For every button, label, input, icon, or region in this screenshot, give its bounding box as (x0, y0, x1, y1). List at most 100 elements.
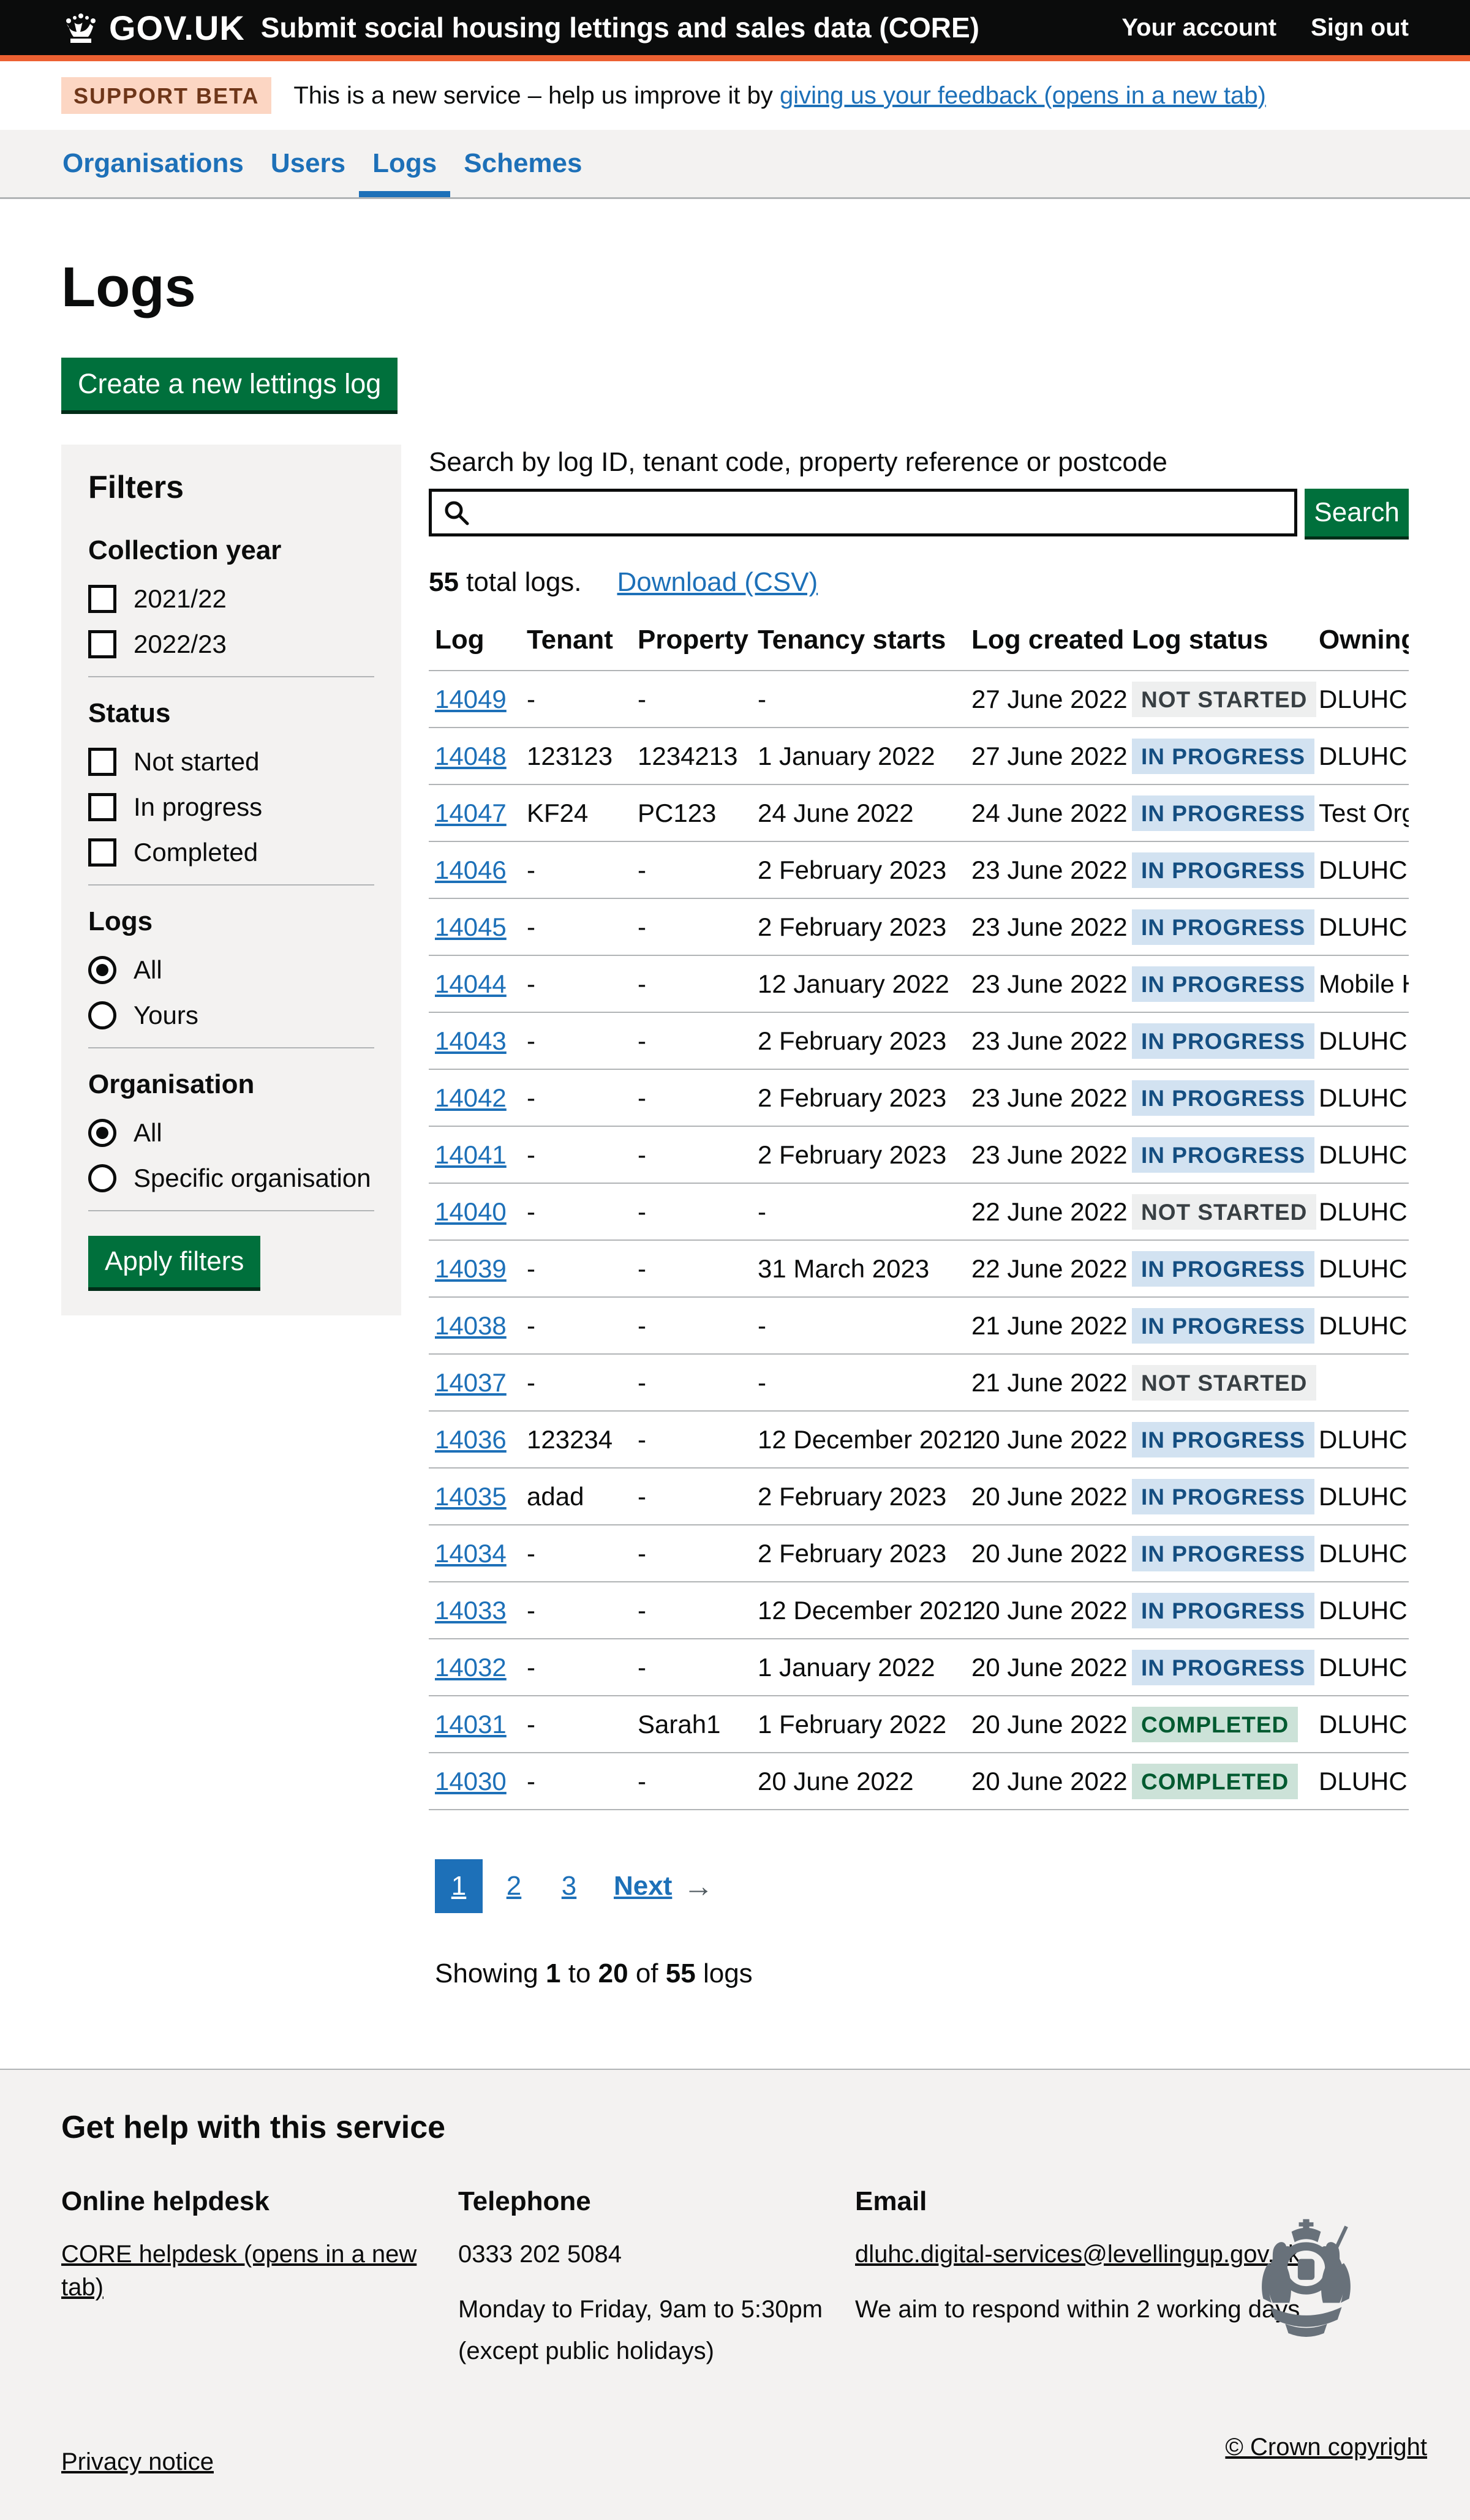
log-link-14046[interactable]: 14046 (435, 856, 507, 884)
filter-group-label-organisation: Organisation (88, 1069, 374, 1100)
log-link-14032[interactable]: 14032 (435, 1653, 507, 1682)
cell-property: 1234213 (638, 742, 758, 771)
log-link-14031[interactable]: 14031 (435, 1710, 507, 1739)
log-link-14041[interactable]: 14041 (435, 1140, 507, 1169)
cell-tenant: - (527, 1254, 638, 1284)
radio-yours[interactable] (88, 1001, 116, 1029)
filter-group-label-collection-year: Collection year (88, 535, 374, 566)
privacy-notice-link[interactable]: Privacy notice (61, 2448, 214, 2476)
checkbox-in-progress[interactable] (88, 793, 116, 821)
cell-log-status: IN PROGRESS (1132, 739, 1319, 774)
log-link-14035[interactable]: 14035 (435, 1482, 507, 1511)
page-1-current[interactable]: 1 (435, 1859, 483, 1913)
search-button[interactable]: Search (1305, 489, 1409, 536)
log-link-14042[interactable]: 14042 (435, 1083, 507, 1112)
column-header-tenant: Tenant (527, 625, 638, 655)
filter-group-label-logs: Logs (88, 906, 374, 937)
footer-columns: Online helpdesk CORE helpdesk (opens in a… (61, 2186, 1409, 2376)
cell-log: 14036 (435, 1425, 527, 1454)
cell-property: - (638, 1596, 758, 1625)
checkbox-completed[interactable] (88, 838, 116, 867)
log-link-14034[interactable]: 14034 (435, 1539, 507, 1568)
cell-log: 14030 (435, 1767, 527, 1796)
log-link-14038[interactable]: 14038 (435, 1311, 507, 1340)
nav-item-users[interactable]: Users (257, 130, 359, 197)
govuk-logo[interactable]: GOV.UK (61, 8, 245, 48)
summary-prefix: Showing (435, 1958, 546, 1988)
cell-property: - (638, 1083, 758, 1113)
footer-line: We aim to respond within 2 working days (855, 2293, 1300, 2326)
log-link-14040[interactable]: 14040 (435, 1197, 507, 1226)
filter-option-collection-year-2021-22[interactable]: 2021/22 (88, 584, 374, 614)
apply-filters-button[interactable]: Apply filters (88, 1236, 260, 1287)
cell-log-created: 22 June 2022 (971, 1197, 1132, 1227)
cell-property: - (638, 1026, 758, 1056)
footer-link-core-helpdesk-opens-in-a-new-t[interactable]: CORE helpdesk (opens in a new tab) (61, 2241, 417, 2301)
filters-panel: Filters Collection year2021/222022/23Sta… (61, 445, 401, 1315)
log-link-14030[interactable]: 14030 (435, 1767, 507, 1796)
nav-item-organisations[interactable]: Organisations (49, 130, 257, 197)
service-name[interactable]: Submit social housing lettings and sales… (261, 11, 979, 44)
radio-specific-organisation[interactable] (88, 1164, 116, 1192)
log-link-14048[interactable]: 14048 (435, 742, 507, 770)
sign-out-link[interactable]: Sign out (1311, 14, 1409, 42)
cell-tenancy-starts: 1 February 2022 (758, 1710, 971, 1739)
cell-log: 14048 (435, 742, 527, 771)
log-link-14049[interactable]: 14049 (435, 685, 507, 713)
footer-link-dluhc-digital-services-levelli[interactable]: dluhc.digital-services@levellingup.gov.u… (855, 2241, 1300, 2268)
radio-all[interactable] (88, 1119, 116, 1147)
radio-all[interactable] (88, 956, 116, 984)
log-link-14033[interactable]: 14033 (435, 1596, 507, 1625)
log-link-14044[interactable]: 14044 (435, 969, 507, 998)
checkbox-2022-23[interactable] (88, 630, 116, 658)
table-row-14042: 14042--2 February 202323 June 2022IN PRO… (429, 1070, 1409, 1127)
nav-item-logs[interactable]: Logs (359, 130, 450, 197)
phase-banner-text: This is a new service – help us improve … (293, 82, 1265, 110)
cell-tenant: KF24 (527, 799, 638, 828)
footer-col-title: Telephone (458, 2186, 831, 2217)
footer-col-telephone: Telephone0333 202 5084Monday to Friday, … (458, 2186, 855, 2376)
filter-option-status-not-started[interactable]: Not started (88, 747, 374, 777)
summary-total: 55 (666, 1958, 696, 1988)
table-row-14039: 14039--31 March 202322 June 2022IN PROGR… (429, 1241, 1409, 1298)
log-link-14036[interactable]: 14036 (435, 1425, 507, 1454)
status-badge: NOT STARTED (1132, 1365, 1316, 1401)
cell-log-created: 20 June 2022 (971, 1596, 1132, 1625)
cell-log-status: IN PROGRESS (1132, 1650, 1319, 1685)
log-link-14047[interactable]: 14047 (435, 799, 507, 827)
checkbox-2021-22[interactable] (88, 585, 116, 613)
footer-col-title: Online helpdesk (61, 2186, 434, 2217)
summary-mid: to (561, 1958, 598, 1988)
feedback-link[interactable]: giving us your feedback (opens in a new … (780, 82, 1266, 109)
page-3[interactable]: 3 (545, 1859, 593, 1913)
page-2[interactable]: 2 (490, 1859, 538, 1913)
next-page-link[interactable]: Next (614, 1871, 672, 1901)
crown-copyright-link[interactable]: © Crown copyright (1225, 2434, 1427, 2461)
log-link-14037[interactable]: 14037 (435, 1368, 507, 1397)
filter-option-logs-yours[interactable]: Yours (88, 1001, 374, 1030)
status-badge: IN PROGRESS (1132, 1422, 1314, 1457)
filter-option-collection-year-2022-23[interactable]: 2022/23 (88, 630, 374, 659)
checkbox-not-started[interactable] (88, 748, 116, 776)
filter-option-organisation-specific-organisation[interactable]: Specific organisation (88, 1164, 374, 1193)
cell-tenant: - (527, 1083, 638, 1113)
log-link-14045[interactable]: 14045 (435, 912, 507, 941)
create-lettings-log-button[interactable]: Create a new lettings log (61, 358, 398, 410)
cell-tenancy-starts: - (758, 1311, 971, 1341)
log-link-14043[interactable]: 14043 (435, 1026, 507, 1055)
nav-item-schemes[interactable]: Schemes (450, 130, 595, 197)
filter-option-status-in-progress[interactable]: In progress (88, 792, 374, 822)
cell-property: - (638, 912, 758, 942)
filter-option-organisation-all[interactable]: All (88, 1118, 374, 1148)
log-link-14039[interactable]: 14039 (435, 1254, 507, 1283)
filter-option-logs-all[interactable]: All (88, 955, 374, 985)
your-account-link[interactable]: Your account (1121, 14, 1276, 42)
cell-owning-organisation: DLUHC Test (1319, 1767, 1409, 1796)
cell-log-created: 20 June 2022 (971, 1482, 1132, 1511)
status-badge: IN PROGRESS (1132, 1308, 1314, 1344)
cell-log-status: IN PROGRESS (1132, 966, 1319, 1002)
download-csv-link[interactable]: Download (CSV) (617, 567, 818, 598)
filter-option-status-completed[interactable]: Completed (88, 838, 374, 867)
search-input[interactable] (478, 492, 1283, 533)
status-badge: IN PROGRESS (1132, 795, 1314, 831)
